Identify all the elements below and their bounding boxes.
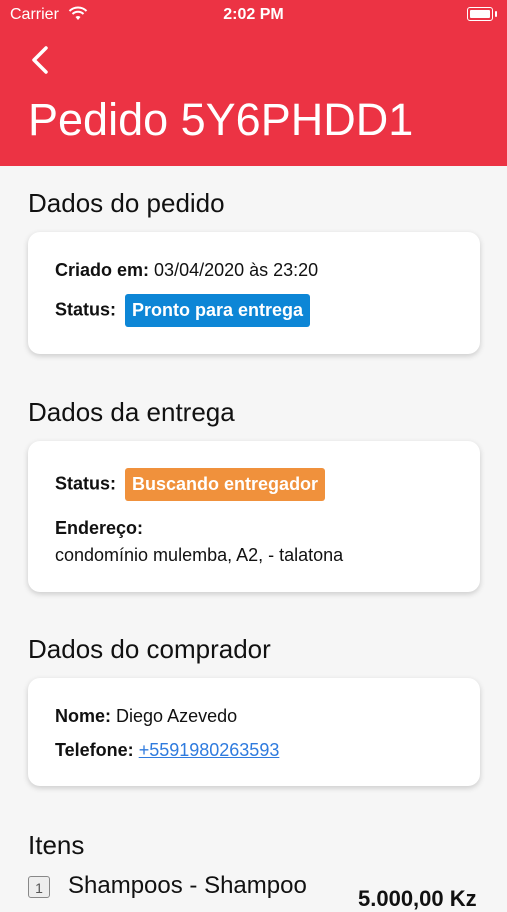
created-row: Criado em: 03/04/2020 às 23:20: [55, 260, 318, 281]
phone-link[interactable]: +5591980263593: [139, 740, 280, 760]
delivery-status-row: Status: Buscando entregador: [55, 468, 326, 501]
address-label: Endereço:: [55, 518, 144, 538]
buyer-name-value: Diego Azevedo: [116, 706, 238, 726]
created-label: Criado em:: [55, 260, 150, 280]
delivery-section-title: Dados da entrega: [28, 397, 235, 427]
item-name: Shampoos - Shampoo: [68, 872, 307, 899]
delivery-card: Status: Buscando entregador Endereço: co…: [28, 441, 480, 592]
order-card: Criado em: 03/04/2020 às 23:20 Status: P…: [28, 232, 480, 354]
buyer-section-title: Dados do comprador: [28, 634, 271, 664]
delivery-status-badge: Buscando entregador: [125, 468, 326, 501]
buyer-card: Nome: Diego Azevedo Telefone: +559198026…: [28, 678, 480, 786]
delivery-status-label: Status:: [55, 473, 117, 494]
chevron-left-icon[interactable]: [26, 42, 56, 78]
buyer-phone-label: Telefone:: [55, 740, 134, 760]
status-bar: Carrier 2:02 PM: [0, 0, 507, 30]
buyer-phone-row: Telefone: +5591980263593: [55, 740, 279, 761]
items-section-title: Itens: [28, 830, 85, 860]
battery-icon: [467, 7, 497, 21]
order-status-label: Status:: [55, 299, 117, 320]
buyer-name-row: Nome: Diego Azevedo: [55, 706, 237, 727]
created-value: 03/04/2020 às 23:20: [154, 260, 319, 280]
clock: 2:02 PM: [223, 6, 284, 23]
order-section-title: Dados do pedido: [28, 188, 225, 218]
buyer-name-label: Nome:: [55, 706, 112, 726]
order-status-row: Status: Pronto para entrega: [55, 294, 311, 327]
app-header: Carrier 2:02 PM Pedido 5Y6PHDD1: [0, 0, 507, 166]
page-title: Pedido 5Y6PHDD1: [28, 94, 414, 145]
item-quantity: 1: [28, 876, 50, 898]
order-status-badge: Pronto para entrega: [125, 294, 311, 327]
address-value: condomínio mulemba, A2, - talatona: [55, 545, 344, 565]
item-price: 5.000,00 Kz: [358, 886, 477, 911]
